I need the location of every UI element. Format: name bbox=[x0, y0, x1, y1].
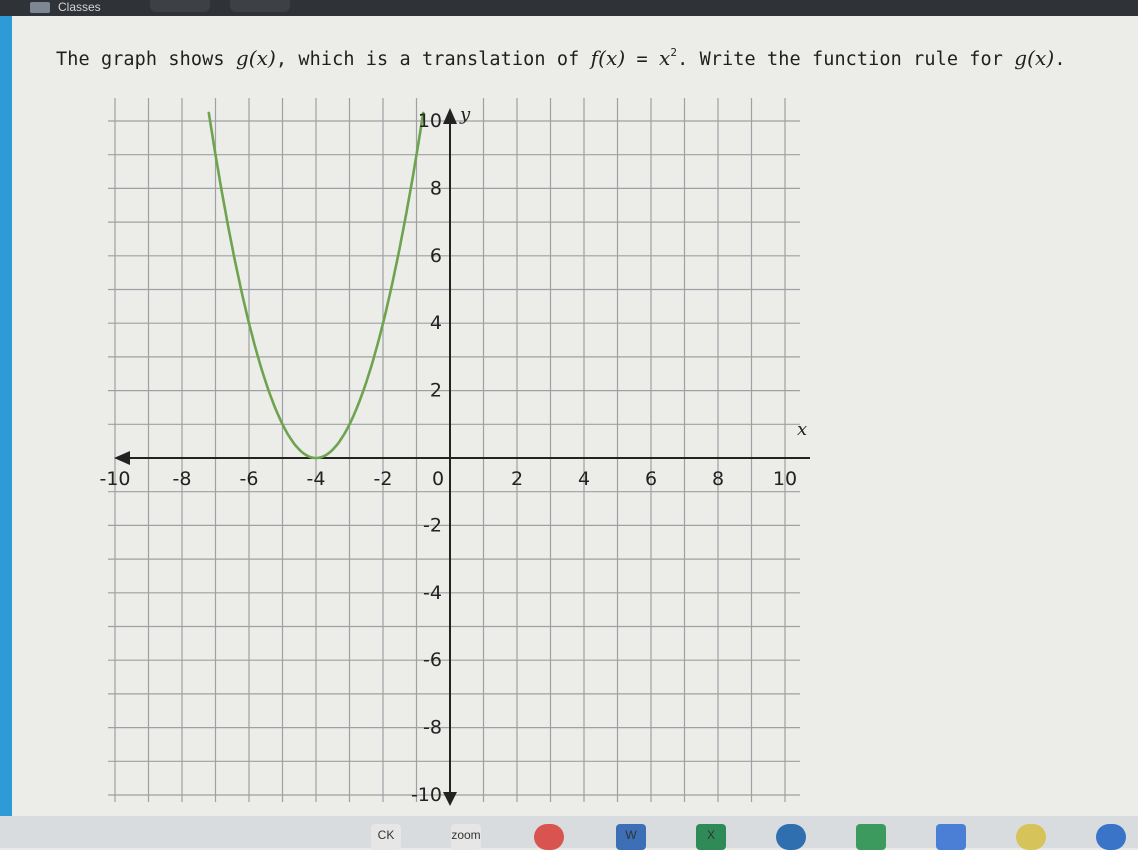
x-tick-label: -2 bbox=[374, 468, 393, 490]
y-tick-label: -6 bbox=[423, 649, 442, 671]
y-tick-label: 4 bbox=[430, 312, 442, 334]
y-tick-label: 2 bbox=[430, 380, 442, 402]
x-axis-arrow-left bbox=[114, 451, 130, 465]
x-axis-label: x bbox=[797, 419, 807, 440]
y-axis-label: y bbox=[459, 104, 471, 125]
taskbar-item-label: CK bbox=[377, 828, 395, 842]
y-tick-label: 6 bbox=[430, 245, 442, 267]
x-tick-label: 2 bbox=[511, 468, 523, 490]
settings-icon[interactable] bbox=[1096, 824, 1126, 850]
x-tick-label: 0 bbox=[432, 468, 444, 490]
x-tick-label: 6 bbox=[645, 468, 657, 490]
x-tick-label: -10 bbox=[99, 468, 130, 490]
x-tick-label: 8 bbox=[712, 468, 724, 490]
x-tick-label: -4 bbox=[307, 468, 326, 490]
play-store-icon[interactable] bbox=[936, 824, 966, 850]
slides-icon[interactable] bbox=[856, 824, 886, 850]
excel-icon[interactable]: X bbox=[696, 824, 726, 850]
y-tick-label: -2 bbox=[423, 514, 442, 536]
coordinate-graph: -10 -8 -6 -4 -2 0 2 4 6 8 10 10 8 6 4 2 -2 -4 -6 -8 -10 x y bbox=[99, 98, 810, 806]
word-icon[interactable]: W bbox=[616, 824, 646, 850]
y-tick-label: -10 bbox=[411, 784, 442, 806]
taskbar-item-label: zoom bbox=[451, 828, 481, 842]
y-axis-arrow-down bbox=[443, 792, 457, 806]
ck-icon[interactable]: CK bbox=[371, 824, 401, 850]
x-tick-label: 4 bbox=[578, 468, 590, 490]
grid-lines bbox=[108, 98, 800, 802]
camera-icon[interactable] bbox=[776, 824, 806, 850]
y-axis-arrow-up bbox=[443, 108, 457, 124]
taskbar-item-label: X bbox=[706, 828, 715, 842]
y-tick-label: -8 bbox=[423, 717, 442, 739]
x-tick-label: -6 bbox=[240, 468, 259, 490]
y-tick-label: 10 bbox=[418, 110, 442, 132]
x-tick-label: 10 bbox=[773, 468, 797, 490]
files-icon[interactable] bbox=[1016, 824, 1046, 850]
zoom-icon[interactable]: zoom bbox=[451, 824, 481, 850]
chrome-icon[interactable] bbox=[534, 824, 564, 850]
y-tick-label: 8 bbox=[430, 177, 442, 199]
y-tick-label: -4 bbox=[423, 582, 442, 604]
taskbar: CK zoom W X bbox=[0, 816, 1138, 850]
x-tick-label: -8 bbox=[173, 468, 192, 490]
axes bbox=[114, 108, 810, 806]
tick-labels: -10 -8 -6 -4 -2 0 2 4 6 8 10 10 8 6 4 2 -2 -4 -6 -8 -10 x y bbox=[99, 104, 807, 806]
taskbar-item-label: W bbox=[625, 828, 637, 842]
